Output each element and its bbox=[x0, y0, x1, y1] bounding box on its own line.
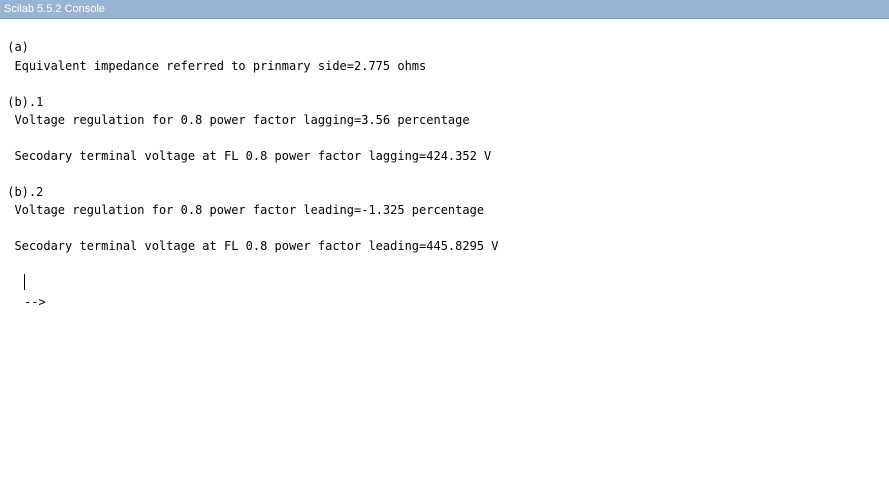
output-line: Secodary terminal voltage at FL 0.8 powe… bbox=[0, 149, 492, 163]
output-line: Secodary terminal voltage at FL 0.8 powe… bbox=[0, 239, 499, 253]
command-prompt[interactable]: --> bbox=[0, 274, 46, 309]
scilab-console-window: Scilab 5.5.2 Console (a) Equivalent impe… bbox=[0, 0, 889, 489]
output-line: (b).1 bbox=[0, 95, 44, 109]
title-bar[interactable]: Scilab 5.5.2 Console bbox=[0, 0, 889, 19]
output-line: (b).2 bbox=[0, 185, 44, 199]
text-cursor bbox=[24, 274, 25, 290]
output-line: Voltage regulation for 0.8 power factor … bbox=[0, 113, 470, 127]
output-line: Equivalent impedance referred to prinmar… bbox=[0, 59, 427, 73]
output-line: Voltage regulation for 0.8 power factor … bbox=[0, 203, 485, 217]
console-output-area[interactable]: (a) Equivalent impedance referred to pri… bbox=[0, 19, 889, 489]
prompt-symbol: --> bbox=[24, 295, 46, 309]
output-line: (a) bbox=[0, 40, 29, 54]
window-title: Scilab 5.5.2 Console bbox=[4, 3, 105, 15]
